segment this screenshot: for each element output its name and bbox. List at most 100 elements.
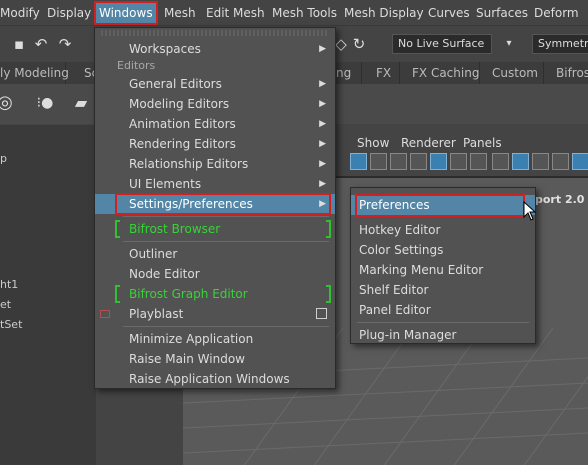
tab-poly-modeling[interactable]: ly Modeling — [0, 62, 69, 84]
save-icon[interactable]: ▪ — [10, 35, 28, 53]
list-item[interactable]: ht1 — [0, 275, 96, 295]
tab-fx-caching[interactable]: FX Caching — [406, 62, 480, 84]
menu-item-label: Bifrost Browser — [129, 222, 221, 236]
shadows-icon[interactable] — [572, 153, 588, 170]
textured-icon[interactable] — [532, 153, 549, 170]
menu-item-label: General Editors — [129, 77, 222, 91]
menu-mesh[interactable]: Mesh — [164, 0, 196, 26]
submenu-arrow-icon: ▶ — [319, 119, 326, 129]
menu-display[interactable]: Display — [47, 0, 91, 26]
submenu-item-marking-menu-editor[interactable]: Marking Menu Editor — [351, 260, 535, 280]
tab-custom[interactable]: Custom — [486, 62, 544, 84]
submenu-item-shelf-editor[interactable]: Shelf Editor — [351, 280, 535, 300]
menu-item-label: Animation Editors — [129, 117, 236, 131]
menu-item-bifrost-graph-editor[interactable]: Bifrost Graph Editor — [95, 284, 335, 304]
shelf-connect-icon[interactable]: ⁝● — [36, 94, 54, 112]
menu-item-raise-application-windows[interactable]: Raise Application Windows — [95, 369, 335, 389]
menu-divider — [357, 322, 529, 323]
viewport-menu-renderer[interactable]: Renderer — [401, 133, 456, 153]
main-menu-bar: Modify Display Windows Mesh Edit Mesh Me… — [0, 0, 588, 26]
submenu-arrow-icon: ▶ — [319, 79, 326, 89]
menu-item-label: Modeling Editors — [129, 97, 230, 111]
film-gate-icon[interactable] — [370, 153, 387, 170]
live-surface-field[interactable]: No Live Surface — [392, 34, 492, 54]
wireframe-icon[interactable] — [492, 153, 509, 170]
highlight-outline — [355, 194, 525, 217]
camera-icon[interactable] — [410, 153, 427, 170]
menu-item-label: Workspaces — [129, 42, 201, 56]
menu-item-workspaces[interactable]: Workspaces ▶ — [95, 39, 335, 59]
menu-divider — [123, 216, 329, 217]
submenu-item-panel-editor[interactable]: Panel Editor — [351, 300, 535, 320]
tab-bifrost[interactable]: Bifrost — [550, 62, 588, 84]
menu-item-label: Relationship Editors — [129, 157, 249, 171]
playblast-icon — [100, 310, 110, 318]
chevron-down-icon[interactable]: ▾ — [500, 35, 518, 53]
menu-item-label: Playblast — [129, 307, 184, 321]
list-item[interactable]: tSet — [0, 315, 96, 335]
viewport-menu-panels[interactable]: Panels — [463, 133, 502, 153]
menu-item-modeling-editors[interactable]: Modeling Editors ▶ — [95, 94, 335, 114]
viewport-menu-bar: Show Renderer Panels — [330, 133, 588, 153]
lighting-icon[interactable] — [552, 153, 569, 170]
menu-divider — [123, 326, 329, 327]
menu-mesh-display[interactable]: Mesh Display — [344, 0, 424, 26]
menu-item-label: UI Elements — [129, 177, 202, 191]
menu-item-outliner[interactable]: Outliner — [95, 244, 335, 264]
smooth-shade-icon[interactable] — [512, 153, 529, 170]
menu-item-minimize-application[interactable]: Minimize Application — [95, 329, 335, 349]
submenu-arrow-icon: ▶ — [319, 139, 326, 149]
menu-item-general-editors[interactable]: General Editors ▶ — [95, 74, 335, 94]
viewport-toolbar — [330, 151, 588, 173]
menu-item-raise-main-window[interactable]: Raise Main Window — [95, 349, 335, 369]
highlight-outline — [115, 193, 331, 215]
submenu-item-hotkey-editor[interactable]: Hotkey Editor — [351, 220, 535, 240]
menu-item-ui-elements[interactable]: UI Elements ▶ — [95, 174, 335, 194]
submenu-arrow-icon: ▶ — [319, 159, 326, 169]
menu-item-node-editor[interactable]: Node Editor — [95, 264, 335, 284]
menu-mesh-tools[interactable]: Mesh Tools — [272, 0, 337, 26]
submenu-item-color-settings[interactable]: Color Settings — [351, 240, 535, 260]
option-box-icon[interactable] — [316, 308, 327, 319]
menu-item-bifrost-browser[interactable]: Bifrost Browser — [95, 219, 335, 239]
section-label-editors: Editors — [117, 59, 156, 72]
list-item[interactable]: p — [0, 149, 96, 169]
viewport-menu-show[interactable]: Show — [357, 133, 389, 153]
menu-item-label: Node Editor — [129, 267, 200, 281]
submenu-arrow-icon: ▶ — [319, 179, 326, 189]
menu-item-rendering-editors[interactable]: Rendering Editors ▶ — [95, 134, 335, 154]
resolution-gate-icon[interactable] — [390, 153, 407, 170]
symmetry-field[interactable]: Symmetry: — [532, 34, 588, 54]
bifrost-bracket-right — [326, 220, 331, 238]
tear-off-handle[interactable] — [101, 30, 329, 36]
menu-divider — [123, 241, 329, 242]
undo-icon[interactable]: ↶ — [32, 35, 50, 53]
menu-modify[interactable]: Modify — [0, 0, 40, 26]
windows-menu-dropdown: Workspaces ▶ Editors General Editors ▶ M… — [94, 27, 336, 389]
redo-icon[interactable]: ↷ — [56, 35, 74, 53]
outliner-panel: p ht1 et tSet — [0, 125, 96, 465]
menu-deform[interactable]: Deform — [534, 0, 579, 26]
gate-mask-icon[interactable] — [450, 153, 467, 170]
list-item[interactable]: et — [0, 295, 96, 315]
menu-surfaces[interactable]: Surfaces — [476, 0, 528, 26]
bifrost-bracket-right — [326, 285, 331, 303]
menu-item-animation-editors[interactable]: Animation Editors ▶ — [95, 114, 335, 134]
menu-edit-mesh[interactable]: Edit Mesh — [206, 0, 265, 26]
menu-item-playblast[interactable]: Playblast — [95, 304, 335, 324]
menu-item-relationship-editors[interactable]: Relationship Editors ▶ — [95, 154, 335, 174]
menu-item-label: Raise Main Window — [129, 352, 245, 366]
menu-windows[interactable]: Windows — [94, 1, 158, 25]
image-plane-icon[interactable] — [430, 153, 447, 170]
bifrost-bracket-left — [115, 285, 120, 303]
shelf-tool-icon[interactable]: ◎ — [0, 94, 14, 112]
field-chart-icon[interactable] — [470, 153, 487, 170]
menu-curves[interactable]: Curves — [428, 0, 470, 26]
live-icon[interactable]: ↻ — [350, 35, 368, 53]
submenu-item-plugin-manager[interactable]: Plug-in Manager — [351, 325, 535, 345]
submenu-arrow-icon: ▶ — [319, 99, 326, 109]
grid-icon[interactable] — [350, 153, 367, 170]
shelf-folder-icon[interactable]: ▰ — [72, 94, 90, 112]
submenu-arrow-icon: ▶ — [319, 44, 326, 54]
tab-fx[interactable]: FX — [370, 62, 400, 84]
